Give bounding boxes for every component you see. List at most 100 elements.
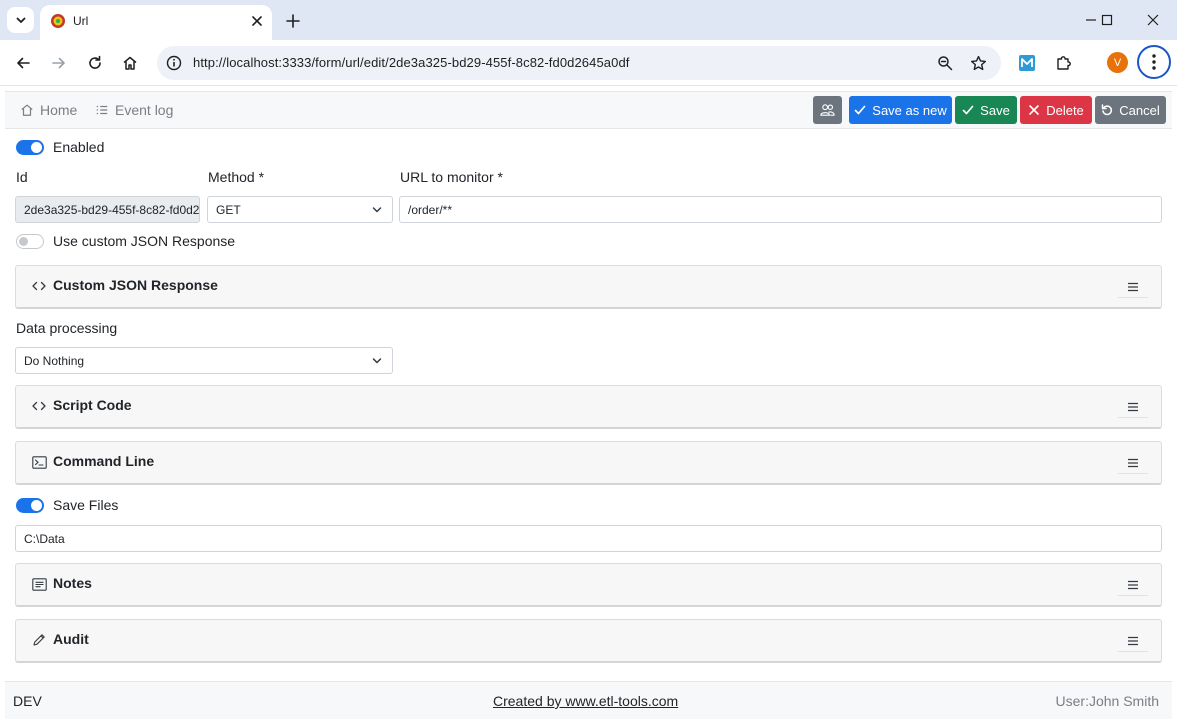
arrow-left-icon: [17, 57, 30, 69]
command-line-panel-menu-button[interactable]: [1118, 452, 1148, 474]
close-icon: [1029, 105, 1040, 115]
star-icon: [970, 55, 986, 70]
chevron-down-icon: [16, 17, 25, 23]
tab-search-button[interactable]: [7, 7, 34, 33]
audit-panel[interactable]: Audit: [15, 619, 1162, 663]
script-code-panel-title: Script Code: [53, 397, 132, 413]
pencil-icon: [31, 632, 47, 648]
undo-icon: [1102, 104, 1113, 116]
notes-panel-title: Notes: [53, 575, 92, 591]
new-tab-button[interactable]: [282, 10, 304, 32]
command-line-panel[interactable]: Command Line: [15, 441, 1162, 485]
browser-tab[interactable]: Url: [40, 5, 272, 40]
hamburger-icon: [1128, 282, 1138, 291]
delete-button[interactable]: Delete: [1020, 96, 1092, 124]
bookmark-button[interactable]: [969, 54, 987, 72]
home-icon: [21, 104, 33, 116]
info-icon: [166, 55, 182, 71]
browser-titlebar: Url: [0, 0, 1177, 40]
save-as-new-button[interactable]: Save as new: [849, 96, 952, 124]
app-favicon-icon: [51, 14, 65, 28]
arrow-right-icon: [52, 57, 65, 69]
id-field[interactable]: 2de3a325-bd29-455f-8c82-fd0d2645a0df: [15, 196, 200, 223]
extension-m-button[interactable]: [1015, 51, 1039, 75]
code-icon: [31, 278, 47, 294]
extensions-button[interactable]: [1052, 51, 1076, 75]
profile-avatar[interactable]: V: [1107, 52, 1128, 73]
chevron-down-icon: [372, 207, 382, 213]
hamburger-icon: [1128, 580, 1138, 589]
save-files-toggle[interactable]: [16, 497, 44, 513]
nav-home-label: Home: [40, 102, 78, 118]
id-label: Id: [16, 169, 28, 185]
command-line-panel-title: Command Line: [53, 453, 155, 469]
close-icon: [252, 16, 262, 26]
browser-toolbar: http://localhost:3333/form/url/edit/2de3…: [0, 40, 1177, 86]
method-select-value: GET: [216, 202, 241, 217]
script-code-panel[interactable]: Script Code: [15, 385, 1162, 429]
forward-button[interactable]: [46, 50, 72, 76]
list-icon: [96, 105, 108, 115]
custom-json-panel[interactable]: Custom JSON Response: [15, 265, 1162, 309]
maximize-icon: [1101, 14, 1113, 26]
save-as-new-label: Save as new: [872, 102, 947, 118]
audit-panel-title: Audit: [53, 631, 89, 647]
save-files-label: Save Files: [53, 497, 119, 513]
url-label: URL to monitor *: [400, 169, 503, 185]
check-icon: [854, 105, 866, 115]
save-button[interactable]: Save: [955, 96, 1017, 124]
site-info-button[interactable]: [165, 54, 183, 72]
reload-button[interactable]: [82, 50, 108, 76]
enabled-label: Enabled: [53, 139, 105, 155]
home-button[interactable]: [117, 50, 143, 76]
reload-icon: [89, 55, 101, 69]
notes-panel-menu-button[interactable]: [1118, 574, 1148, 596]
custom-json-panel-menu-button[interactable]: [1118, 276, 1148, 298]
chevron-down-icon: [372, 358, 382, 364]
back-button[interactable]: [10, 50, 36, 76]
method-label: Method *: [208, 169, 265, 185]
notes-panel[interactable]: Notes: [15, 563, 1162, 607]
app-header: Home Event log Save as new Save Delete C…: [5, 91, 1172, 129]
address-url[interactable]: http://localhost:3333/form/url/edit/2de3…: [193, 55, 630, 70]
custom-json-panel-title: Custom JSON Response: [53, 277, 218, 293]
app-footer: DEV Created by www.etl-tools.com User:Jo…: [5, 681, 1172, 719]
nav-event-log-link[interactable]: Event log: [95, 102, 173, 118]
enabled-toggle[interactable]: [16, 139, 44, 155]
notes-icon: [31, 576, 47, 592]
window-close-button[interactable]: [1138, 6, 1168, 34]
code-icon: [31, 398, 47, 414]
current-user-label: User:John Smith: [1055, 693, 1159, 709]
hamburger-icon: [1128, 458, 1138, 467]
hamburger-icon: [1128, 636, 1138, 645]
credit-link[interactable]: Created by www.etl-tools.com: [493, 693, 678, 709]
enabled-toggle-row: Enabled: [16, 139, 104, 155]
custom-json-label: Use custom JSON Response: [53, 233, 236, 249]
script-code-panel-menu-button[interactable]: [1118, 396, 1148, 418]
data-processing-select[interactable]: Do Nothing: [15, 347, 393, 374]
zoom-button[interactable]: [936, 54, 954, 72]
puzzle-icon: [1057, 56, 1071, 70]
custom-json-toggle-row: Use custom JSON Response: [16, 233, 235, 249]
terminal-icon: [31, 454, 47, 470]
nav-event-log-label: Event log: [115, 102, 174, 118]
cancel-button[interactable]: Cancel: [1095, 96, 1166, 124]
browser-menu-button[interactable]: [1137, 45, 1171, 79]
method-select[interactable]: GET: [207, 196, 393, 223]
tab-close-button[interactable]: [248, 12, 266, 30]
close-icon: [1147, 14, 1159, 26]
users-button[interactable]: [813, 96, 842, 124]
custom-json-toggle[interactable]: [16, 233, 44, 249]
audit-panel-menu-button[interactable]: [1118, 630, 1148, 652]
save-path-input[interactable]: C:\Data: [15, 525, 1162, 552]
data-processing-value: Do Nothing: [24, 353, 85, 368]
nav-home-link[interactable]: Home: [20, 102, 77, 118]
delete-label: Delete: [1046, 102, 1084, 118]
address-bar[interactable]: http://localhost:3333/form/url/edit/2de3…: [157, 46, 1001, 80]
kebab-menu-icon: [1152, 54, 1156, 70]
users-icon: [820, 104, 835, 116]
plus-icon: [286, 14, 300, 28]
maximize-button[interactable]: [1092, 6, 1122, 34]
tab-title: Url: [73, 14, 89, 28]
url-to-monitor-input[interactable]: /order/**: [399, 196, 1162, 223]
